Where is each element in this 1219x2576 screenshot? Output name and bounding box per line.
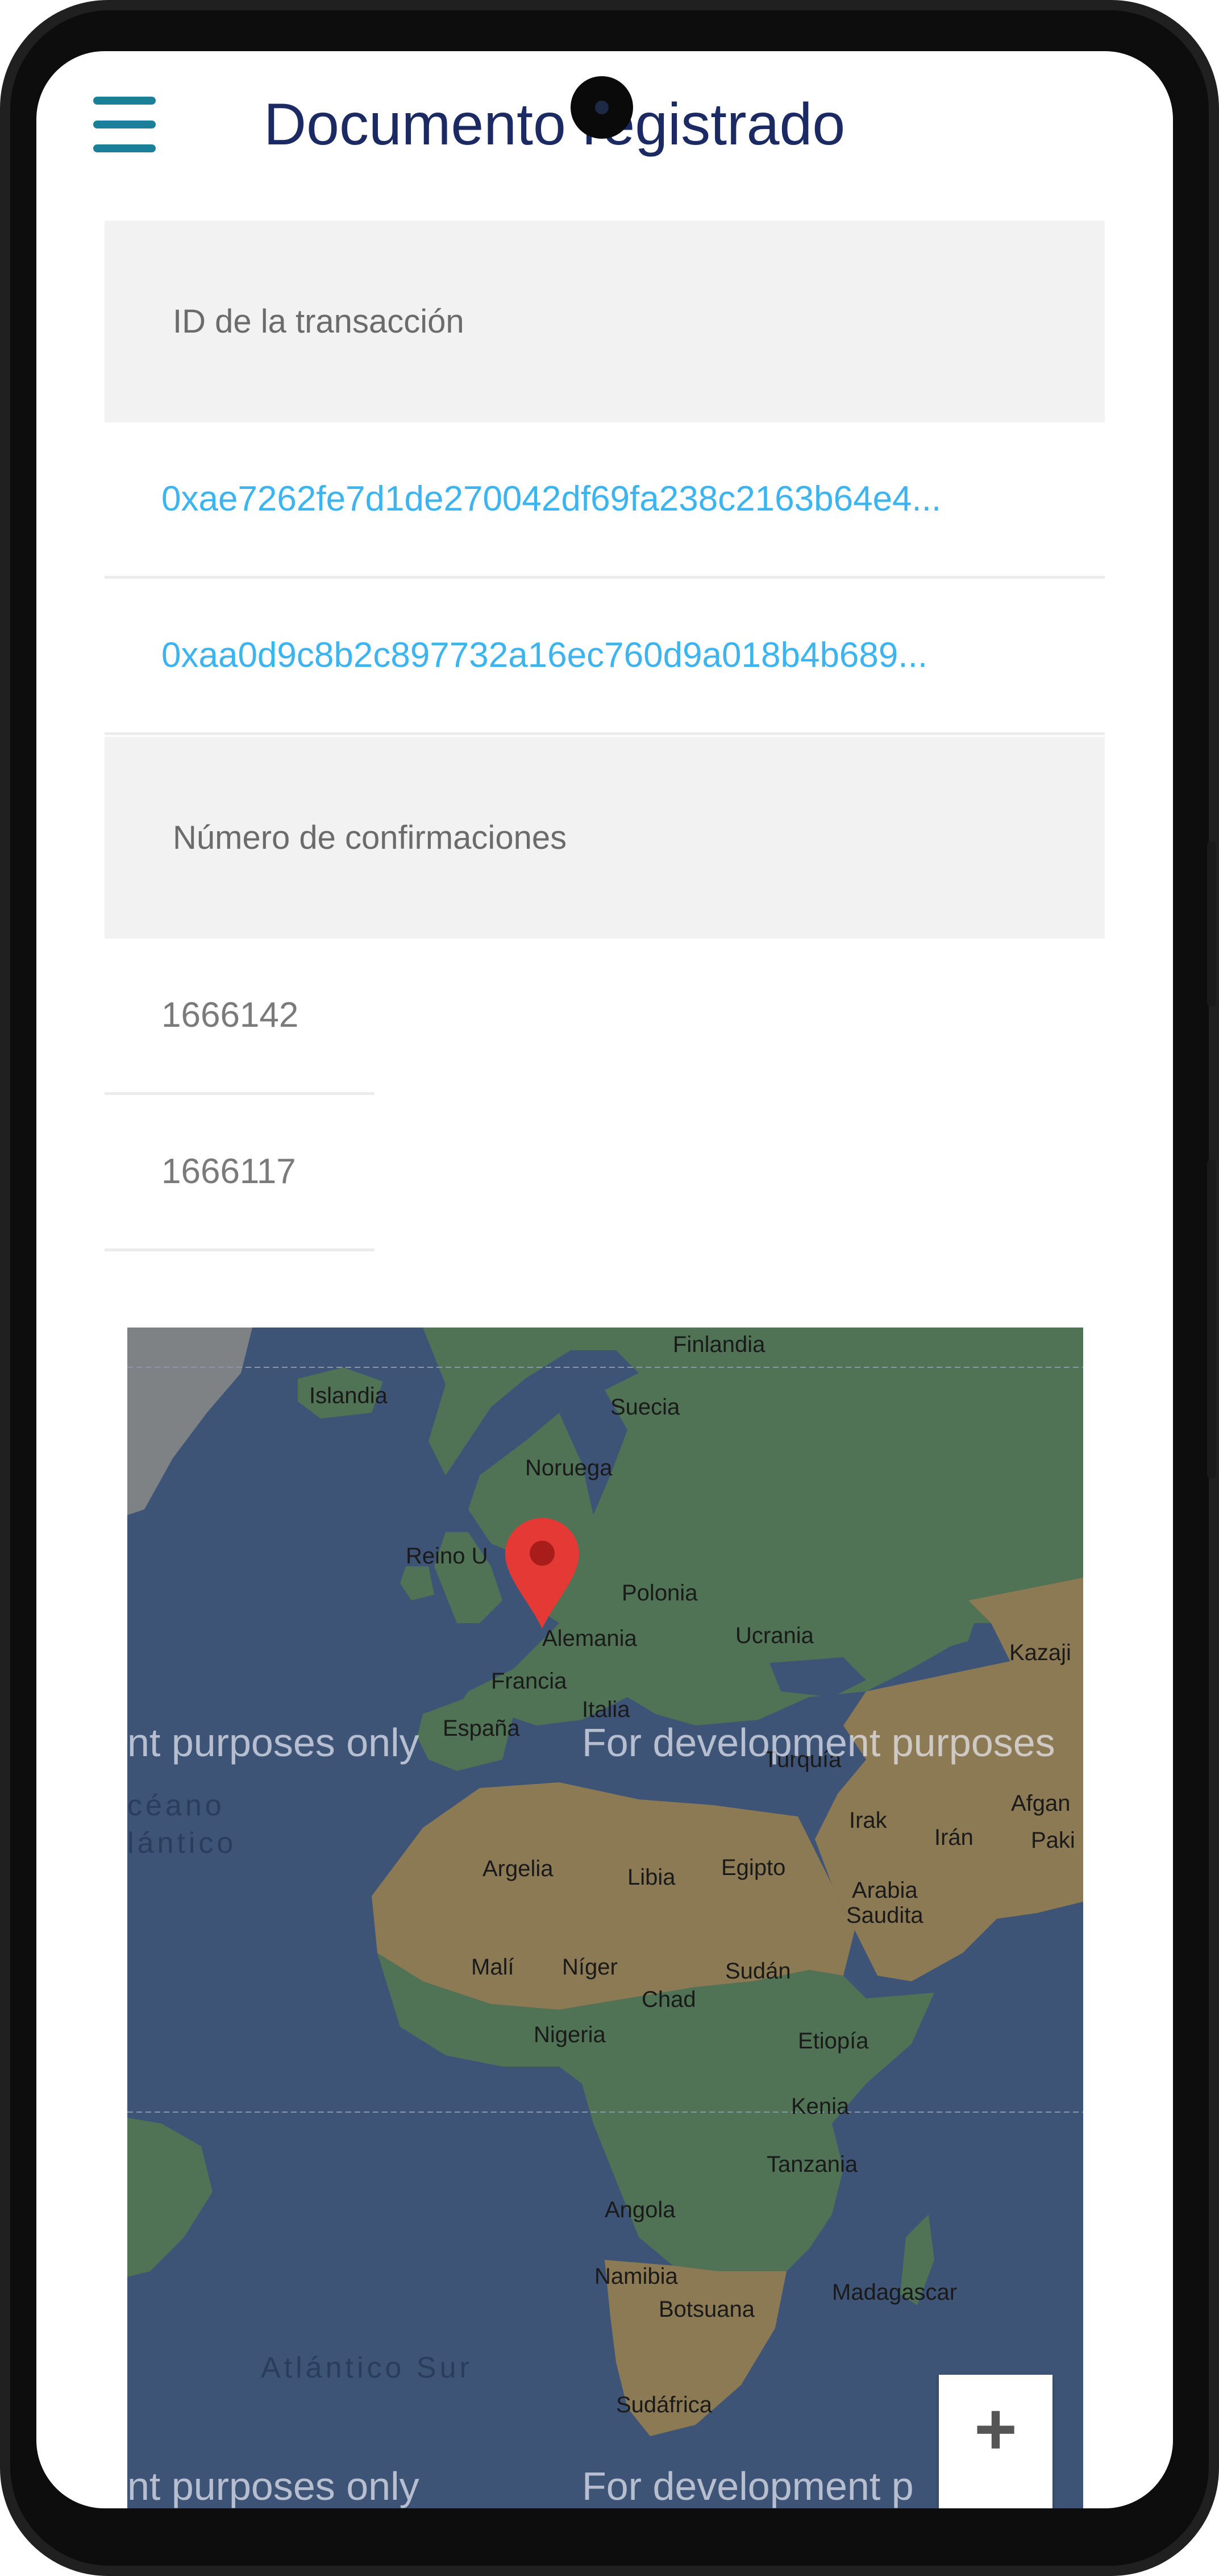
tx-id-label: ID de la transacción bbox=[173, 303, 464, 340]
confirmations-value: 1666117 bbox=[161, 1152, 296, 1191]
map-label: Suecia bbox=[610, 1395, 680, 1420]
map-label: Polonia bbox=[622, 1581, 698, 1606]
map-label: Etiopía bbox=[798, 2029, 869, 2054]
map-watermark: For development purposes bbox=[582, 1720, 1055, 1765]
map-watermark: nt purposes only bbox=[127, 2464, 419, 2508]
map-label: Malí bbox=[471, 1955, 514, 1980]
map-label: Argelia bbox=[482, 1856, 554, 1881]
map-label: Chad bbox=[642, 1987, 696, 2012]
map-watermark: nt purposes only bbox=[127, 1720, 419, 1765]
zoom-in-button[interactable]: + bbox=[939, 2375, 1052, 2508]
map-label: Francia bbox=[491, 1669, 567, 1694]
map-label: Angola bbox=[605, 2197, 676, 2222]
table-row: 1666117 bbox=[105, 1095, 375, 1251]
map-label: Namibia bbox=[594, 2264, 678, 2289]
plus-icon: + bbox=[974, 2387, 1017, 2470]
confirmations-value: 1666142 bbox=[161, 995, 299, 1035]
map-label: Tanzania bbox=[767, 2152, 858, 2177]
map-label: Botsuana bbox=[659, 2297, 755, 2322]
map-label: Irán bbox=[934, 1825, 973, 1850]
map-label: Paki bbox=[1031, 1828, 1075, 1853]
map-label: Sudán bbox=[725, 1959, 791, 1984]
power-button bbox=[1207, 1160, 1216, 1478]
table-row: 1666142 bbox=[105, 939, 375, 1095]
confirmations-label: Número de confirmaciones bbox=[173, 819, 567, 856]
location-pin-icon[interactable] bbox=[505, 1518, 579, 1629]
map-label: España bbox=[443, 1716, 520, 1741]
map-label: Reino U bbox=[406, 1544, 488, 1569]
map-label: Kenia bbox=[791, 2094, 850, 2119]
confirmations-header: Número de confirmaciones bbox=[105, 737, 1105, 939]
map-watermark: For development p bbox=[582, 2464, 914, 2508]
map-label: Sudáfrica bbox=[616, 2392, 712, 2417]
front-camera bbox=[571, 76, 633, 139]
tx-id-header: ID de la transacción bbox=[105, 221, 1105, 422]
map-label: Islandia bbox=[309, 1383, 388, 1408]
map-label: Ucrania bbox=[735, 1623, 814, 1648]
map-label: Afgan bbox=[1011, 1791, 1071, 1816]
map-label: Noruega bbox=[525, 1455, 613, 1480]
map-label: Alemania bbox=[542, 1626, 637, 1651]
map-label: Níger bbox=[562, 1955, 618, 1980]
map-label: Italia bbox=[582, 1697, 630, 1722]
table-row[interactable]: 0xaa0d9c8b2c897732a16ec760d9a018b4b689..… bbox=[105, 579, 1105, 735]
map-label: Egipto bbox=[721, 1855, 786, 1880]
map-label: Arabia Saudita bbox=[846, 1878, 923, 1928]
location-map[interactable]: Finlandia Islandia Suecia Noruega Reino … bbox=[127, 1328, 1083, 2508]
map-label: Libia bbox=[627, 1865, 676, 1890]
map-terrain bbox=[127, 1328, 1083, 2508]
ocean-label: céano lántico bbox=[127, 1789, 237, 1860]
app-screen: Documento registrado ID de la transacció… bbox=[36, 51, 1173, 2508]
menu-icon[interactable] bbox=[93, 97, 156, 154]
map-label: Finlandia bbox=[673, 1332, 765, 1357]
table-row[interactable]: 0xae7262fe7d1de270042df69fa238c2163b64e4… bbox=[105, 422, 1105, 579]
map-label: Irak bbox=[849, 1808, 887, 1833]
ocean-label: Atlántico Sur bbox=[261, 2351, 473, 2384]
tx-id-link[interactable]: 0xae7262fe7d1de270042df69fa238c2163b64e4… bbox=[161, 422, 941, 576]
map-label: Madagascar bbox=[832, 2280, 958, 2305]
map-label: Kazaji bbox=[1009, 1640, 1071, 1665]
tx-id-link[interactable]: 0xaa0d9c8b2c897732a16ec760d9a018b4b689..… bbox=[161, 579, 927, 732]
volume-button bbox=[1207, 841, 1216, 1006]
page-title: Documento registrado bbox=[264, 92, 846, 157]
map-label: Nigeria bbox=[534, 2022, 606, 2047]
